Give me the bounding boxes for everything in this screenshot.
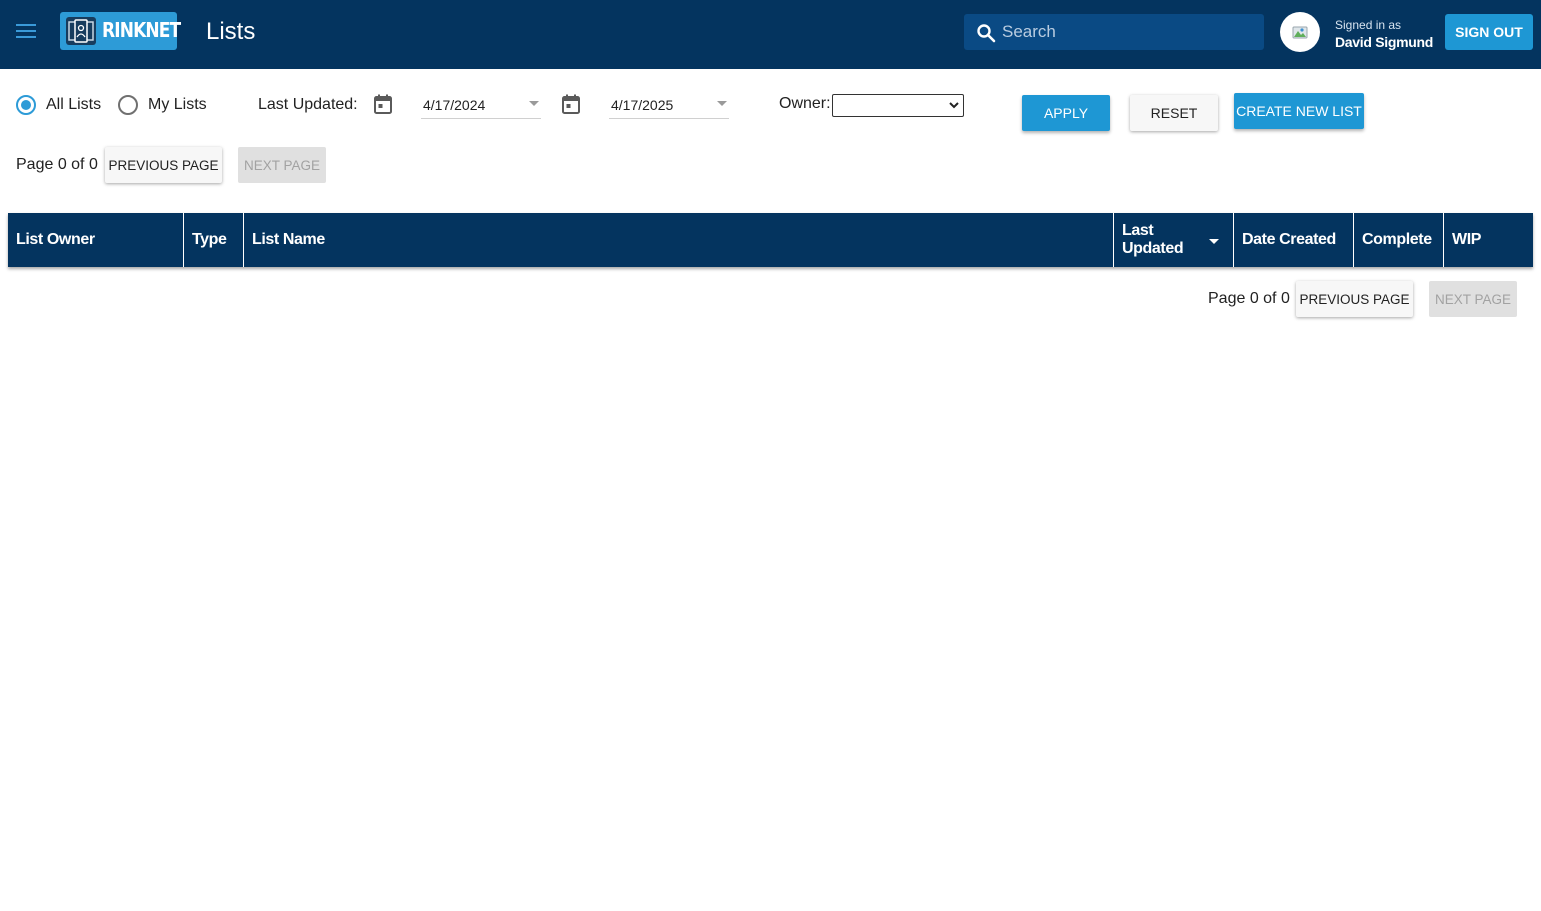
column-header-type[interactable]: Type bbox=[183, 213, 243, 267]
sort-descending-icon[interactable] bbox=[1209, 239, 1219, 244]
chevron-down-icon bbox=[949, 102, 959, 109]
rinknet-logo[interactable]: RINKNET bbox=[60, 12, 181, 50]
column-header-list-owner[interactable]: List Owner bbox=[8, 213, 184, 267]
date-to-value: 4/17/2025 bbox=[611, 97, 674, 113]
user-name: David Sigmund bbox=[1335, 34, 1433, 50]
calendar-icon[interactable] bbox=[372, 93, 394, 115]
my-lists-label[interactable]: My Lists bbox=[148, 96, 207, 114]
chevron-down-icon bbox=[717, 101, 727, 106]
column-header-last-updated[interactable]: Last Updated bbox=[1113, 213, 1233, 267]
search-icon bbox=[977, 24, 996, 43]
last-updated-label: Last Updated: bbox=[258, 96, 358, 113]
column-header-complete[interactable]: Complete bbox=[1353, 213, 1443, 267]
create-new-list-button[interactable]: CREATE NEW LIST bbox=[1234, 93, 1364, 129]
page-title: Lists bbox=[206, 18, 256, 45]
chevron-down-icon bbox=[529, 101, 539, 106]
previous-page-button-bottom[interactable]: PREVIOUS PAGE bbox=[1296, 281, 1413, 317]
page-indicator: Page 0 of 0 bbox=[16, 156, 98, 173]
page-indicator-bottom: Page 0 of 0 bbox=[1208, 290, 1290, 307]
lists-table-header: List Owner Type List Name Last Updated D… bbox=[8, 213, 1533, 267]
all-lists-radio[interactable] bbox=[16, 95, 36, 115]
all-lists-label[interactable]: All Lists bbox=[46, 96, 101, 114]
signed-in-label: Signed in as bbox=[1335, 18, 1402, 32]
column-header-list-name[interactable]: List Name bbox=[243, 213, 1113, 267]
date-from-field[interactable]: 4/17/2024 bbox=[421, 93, 541, 119]
next-page-button-bottom[interactable]: NEXT PAGE bbox=[1429, 281, 1517, 317]
avatar-image-icon bbox=[1292, 26, 1308, 39]
sign-out-button[interactable]: SIGN OUT bbox=[1445, 14, 1533, 50]
avatar[interactable] bbox=[1280, 12, 1320, 52]
owner-label: Owner: bbox=[779, 95, 831, 112]
reset-button[interactable]: RESET bbox=[1130, 95, 1218, 131]
date-from-value: 4/17/2024 bbox=[423, 97, 486, 113]
previous-page-button[interactable]: PREVIOUS PAGE bbox=[105, 147, 222, 183]
apply-button[interactable]: APPLY bbox=[1022, 95, 1110, 131]
column-header-wip[interactable]: WIP bbox=[1443, 213, 1533, 267]
column-header-date-created[interactable]: Date Created bbox=[1233, 213, 1353, 267]
search-input[interactable] bbox=[1002, 14, 1252, 50]
menu-icon[interactable] bbox=[16, 24, 36, 40]
logo-mark-icon bbox=[66, 17, 96, 45]
calendar-icon[interactable] bbox=[560, 93, 582, 115]
logo-text: RINKNET bbox=[102, 18, 181, 42]
top-bar: RINKNET Lists Signed in as David Sigmund… bbox=[0, 0, 1541, 69]
date-to-field[interactable]: 4/17/2025 bbox=[609, 93, 729, 119]
search-box bbox=[964, 14, 1264, 50]
my-lists-radio[interactable] bbox=[118, 95, 138, 115]
owner-select[interactable] bbox=[832, 94, 964, 117]
next-page-button[interactable]: NEXT PAGE bbox=[238, 147, 326, 183]
